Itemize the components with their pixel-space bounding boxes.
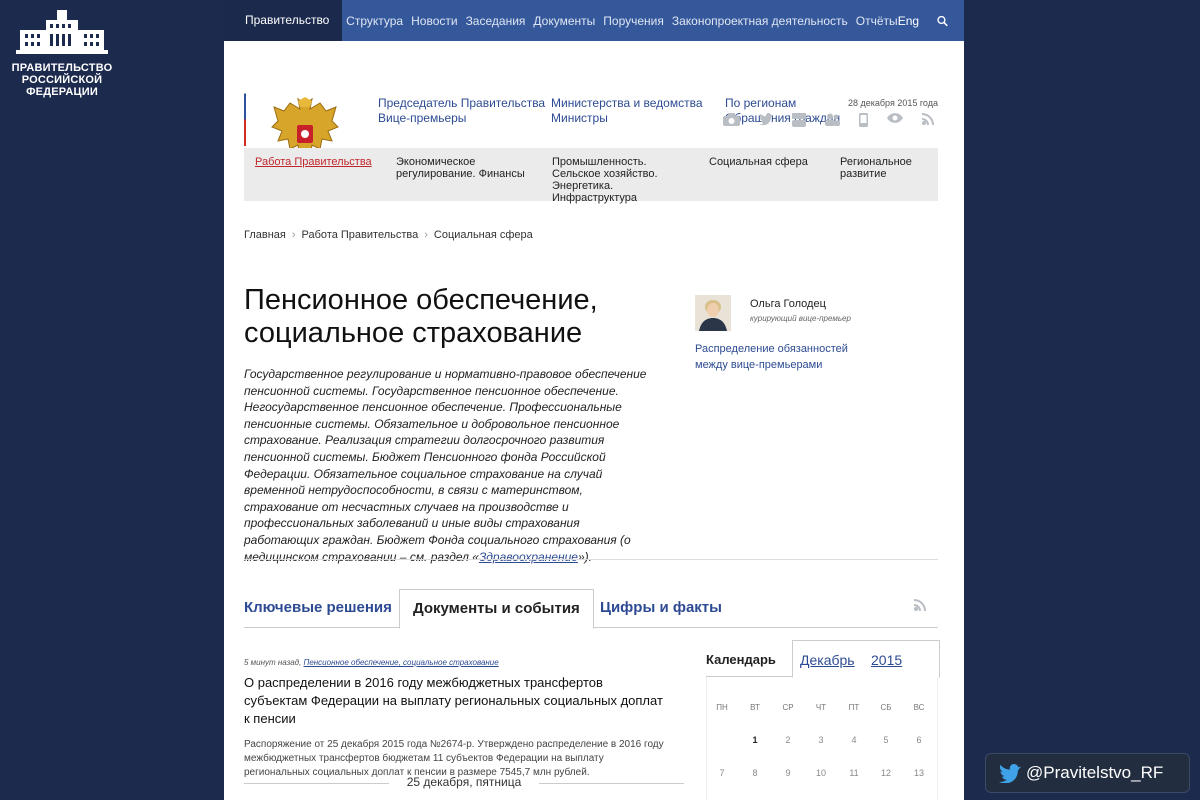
- flag-stripe: [244, 68, 246, 146]
- calendar-header: Календарь Декабрь 2015: [706, 640, 940, 678]
- section-nav: Работа Правительства Экономическое регул…: [244, 148, 938, 204]
- calendar-day[interactable]: 10: [811, 768, 831, 778]
- mobile-icon[interactable]: [859, 113, 868, 127]
- content-tabs: Ключевые решения Документы и события Циф…: [244, 589, 938, 629]
- weekday-label: СБ: [880, 703, 892, 712]
- nav-meetings[interactable]: Заседания: [466, 14, 526, 28]
- calendar-label: Календарь: [706, 652, 776, 667]
- calendar-day[interactable]: 4: [844, 735, 864, 745]
- duties-distribution-link[interactable]: Распределение обязанностей между вице-пр…: [695, 341, 855, 373]
- twitter-bird-icon: [998, 764, 1022, 783]
- weekday-label: ПН: [716, 703, 728, 712]
- curator-role: курирующий вице-премьер: [750, 314, 851, 323]
- search-icon[interactable]: [937, 13, 948, 29]
- page-description: Государственное регулирование и норматив…: [244, 366, 654, 565]
- weekday-label: ВС: [913, 703, 925, 712]
- rss-icon[interactable]: [922, 113, 934, 125]
- nav-government-russia[interactable]: Правительство России: [224, 0, 343, 68]
- nav-reports[interactable]: Отчёты: [856, 14, 898, 28]
- twitter-handle-text: @Pravitelstvo_RF: [1026, 763, 1164, 782]
- nav-documents[interactable]: Документы: [533, 14, 595, 28]
- tab-documents-events[interactable]: Документы и события: [399, 589, 594, 629]
- news-item: 5 минут назад, Пенсионное обеспечение, с…: [244, 658, 664, 780]
- curator-block: Ольга Голодец курирующий вице-премьер: [695, 295, 851, 331]
- eye-icon[interactable]: [887, 113, 903, 123]
- link-chairman[interactable]: Председатель Правительства: [378, 96, 545, 111]
- breadcrumb-social[interactable]: Социальная сфера: [434, 229, 533, 241]
- subnav-regional[interactable]: Региональное развитие: [840, 156, 930, 180]
- subnav-social[interactable]: Социальная сфера: [709, 156, 819, 168]
- calendar-month-select[interactable]: Декабрь: [800, 652, 855, 668]
- twitter-handle-badge[interactable]: @Pravitelstvo_RF: [985, 753, 1190, 793]
- tab-figures-facts[interactable]: Цифры и факты: [600, 599, 722, 616]
- news-text: Распоряжение от 25 декабря 2015 года №26…: [244, 739, 664, 778]
- news-time: 5 минут назад,: [244, 658, 302, 667]
- news-title[interactable]: О распределении в 2016 году межбюджетных…: [244, 674, 664, 728]
- description-text: Государственное регулирование и норматив…: [244, 367, 647, 564]
- calendar-year-select[interactable]: 2015: [871, 652, 902, 668]
- calendar-day[interactable]: 5: [876, 735, 896, 745]
- calendar-day[interactable]: 13: [909, 768, 929, 778]
- language-switch[interactable]: Eng: [898, 14, 919, 28]
- chevron-right-icon: ›: [291, 229, 296, 241]
- nav-structure[interactable]: Структура: [346, 14, 403, 28]
- calendar-grid: ПН ВТ СР ЧТ ПТ СБ ВС 1 2 3 4 5 6 7 8 9 1…: [706, 677, 938, 800]
- calendar-day[interactable]: 12: [876, 768, 896, 778]
- breadcrumb: Главная › Работа Правительства › Социальная …: [244, 229, 533, 241]
- breadcrumb-government-work[interactable]: Работа Правительства: [302, 229, 419, 241]
- link-vice-premiers[interactable]: Вице-премьеры: [378, 111, 545, 126]
- main-page: Правительство России Структура Новости З…: [224, 0, 964, 800]
- nav-news[interactable]: Новости: [411, 14, 457, 28]
- rss-icon[interactable]: [914, 599, 926, 611]
- calendar: Календарь Декабрь 2015 ПН ВТ СР ЧТ ПТ СБ…: [706, 640, 940, 800]
- healthcare-link[interactable]: Здравоохранение: [479, 550, 578, 564]
- header-date: 28 декабря 2015 года: [847, 98, 938, 108]
- news-category-link[interactable]: Пенсионное обеспечение, социальное страх…: [304, 658, 499, 667]
- weekday-label: СР: [782, 703, 794, 712]
- subnav-economy[interactable]: Экономическое регулирование. Финансы: [396, 156, 536, 180]
- nav-instructions[interactable]: Поручения: [603, 14, 664, 28]
- logo-text: ПРАВИТЕЛЬСТВО РОССИЙСКОЙ ФЕДЕРАЦИИ: [11, 62, 113, 98]
- calendar-day[interactable]: 11: [844, 768, 864, 778]
- youtube-icon[interactable]: [792, 113, 806, 127]
- header-col-1: Председатель Правительства Вице-премьеры: [378, 96, 545, 126]
- social-icons: [723, 113, 934, 127]
- link-ministries[interactable]: Министерства и ведомства: [551, 96, 703, 111]
- news-meta: 5 минут назад, Пенсионное обеспечение, с…: [244, 658, 664, 667]
- link-regions[interactable]: По регионам: [725, 96, 840, 111]
- calendar-day[interactable]: 3: [811, 735, 831, 745]
- government-logo[interactable]: ПРАВИТЕЛЬСТВО РОССИЙСКОЙ ФЕДЕРАЦИИ: [10, 10, 114, 98]
- tab-key-decisions[interactable]: Ключевые решения: [244, 599, 392, 616]
- calendar-day[interactable]: 8: [745, 768, 765, 778]
- divider: [244, 559, 938, 560]
- twitter-icon[interactable]: [759, 113, 773, 125]
- site-header: Председатель Правительства Вице-премьеры…: [224, 41, 964, 173]
- description-end: »).: [577, 549, 592, 564]
- calendar-day[interactable]: 9: [778, 768, 798, 778]
- calendar-day[interactable]: 1: [745, 735, 765, 745]
- weekday-label: ЧТ: [815, 703, 827, 712]
- breadcrumb-home[interactable]: Главная: [244, 229, 286, 241]
- subnav-industry[interactable]: Промышленность. Сельское хозяйство. Энер…: [552, 156, 697, 204]
- curator-name[interactable]: Ольга Голодец: [750, 298, 826, 310]
- top-nav-items: Структура Новости Заседания Документы По…: [346, 14, 898, 28]
- curator-photo[interactable]: [695, 295, 731, 331]
- camera-icon[interactable]: [723, 113, 740, 126]
- date-separator: 25 декабря, пятница: [244, 775, 684, 789]
- subnav-government-work[interactable]: Работа Правительства: [255, 156, 385, 168]
- calendar-day[interactable]: 2: [778, 735, 798, 745]
- users-icon[interactable]: [825, 113, 840, 126]
- header-col-2: Министерства и ведомства Министры: [551, 96, 703, 126]
- weekday-label: ПТ: [848, 703, 860, 712]
- calendar-day[interactable]: 7: [712, 768, 732, 778]
- calendar-day[interactable]: 6: [909, 735, 929, 745]
- link-ministers[interactable]: Министры: [551, 111, 703, 126]
- top-nav: Правительство России Структура Новости З…: [224, 0, 964, 68]
- page-title: Пенсионное обеспечение, социальное страх…: [244, 284, 598, 349]
- white-house-icon: [16, 10, 108, 54]
- nav-lawmaking[interactable]: Законопроектная деятельность: [672, 14, 848, 28]
- person-avatar-icon: [695, 295, 731, 331]
- chevron-right-icon: ›: [424, 229, 428, 241]
- weekday-label: ВТ: [750, 703, 760, 712]
